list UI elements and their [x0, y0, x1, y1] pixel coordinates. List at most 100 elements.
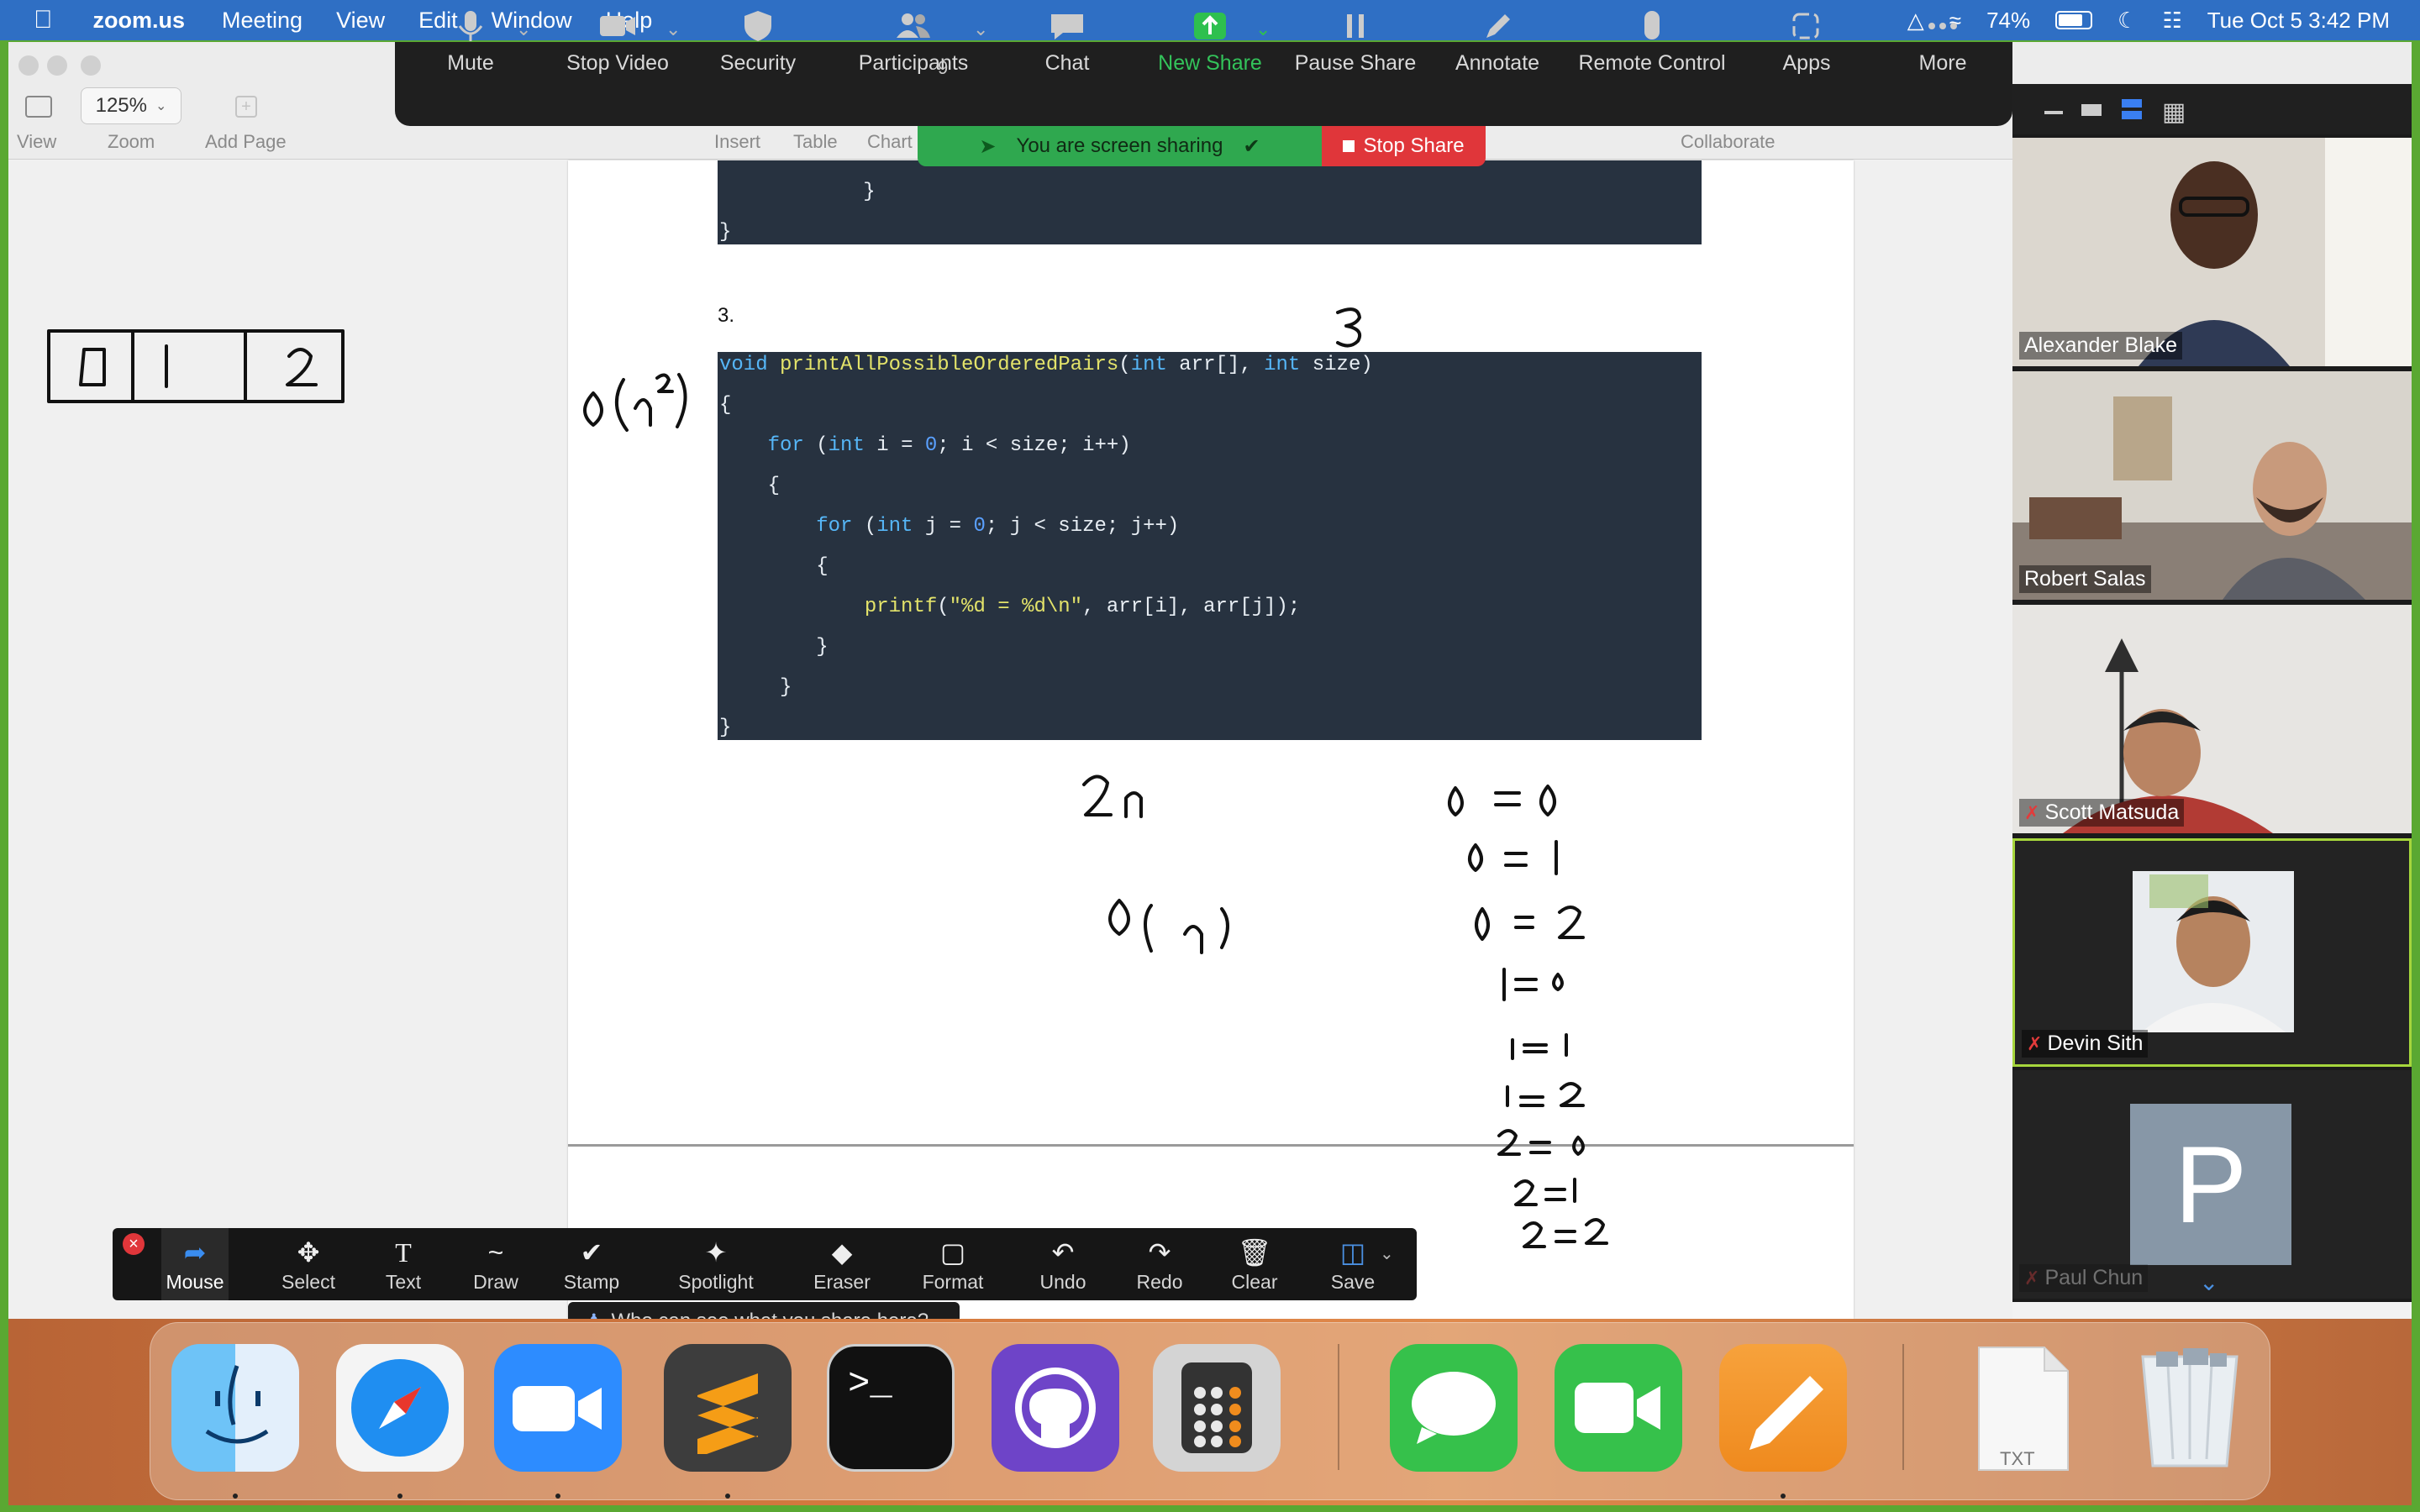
- drawn-pair-1-1: [1511, 1033, 1568, 1060]
- participants-chevron-icon[interactable]: ⌄: [973, 18, 988, 40]
- save-page-icon: ◫: [1339, 1237, 1366, 1268]
- video-options-chevron-icon[interactable]: ⌄: [666, 18, 681, 40]
- shield-icon: [744, 11, 771, 41]
- finder-face: [205, 1365, 269, 1444]
- drawn-pair-1-0: [1502, 968, 1564, 1001]
- participant-tile[interactable]: P ✗ Paul Chun ⌄: [2012, 1070, 2412, 1299]
- drawn-pair-2-2: [1523, 1218, 1608, 1248]
- eraser-tool[interactable]: ◆ Eraser: [807, 1228, 877, 1300]
- participant-name-text: Paul Chun: [2044, 1266, 2144, 1289]
- github-desktop-icon[interactable]: [992, 1344, 1119, 1472]
- dock-separator: [1902, 1344, 1904, 1470]
- mouse-icon: [1644, 11, 1660, 39]
- draw-tool[interactable]: ~ Draw: [469, 1228, 523, 1300]
- clear-label: Clear: [1231, 1271, 1278, 1293]
- pause-share-label: Pause Share: [1294, 51, 1417, 75]
- facetime-icon[interactable]: [1555, 1344, 1682, 1472]
- trash-icon[interactable]: [2126, 1344, 2254, 1472]
- speaker-view-icon[interactable]: [2081, 104, 2102, 116]
- sharing-status[interactable]: ➤ You are screen sharing ✔: [918, 126, 1322, 166]
- participants-button[interactable]: Participants: [855, 0, 971, 84]
- microphone-icon: [458, 11, 483, 41]
- drawn-pair-0-2: [1475, 906, 1585, 941]
- share-options-chevron-icon[interactable]: ⌄: [1255, 18, 1270, 40]
- text-tool[interactable]: T Text: [378, 1228, 429, 1300]
- safari-icon[interactable]: [336, 1344, 464, 1472]
- eraser-icon: ◆: [831, 1237, 853, 1268]
- messages-icon[interactable]: [1390, 1344, 1518, 1472]
- participant-name-text: Devin Sith: [2047, 1032, 2144, 1055]
- participants-icon: [897, 13, 930, 38]
- txt-file-icon[interactable]: TXT: [1958, 1344, 2086, 1472]
- redo-button[interactable]: ↷ Redo: [1129, 1228, 1190, 1300]
- annotate-button[interactable]: Annotate: [1447, 0, 1548, 84]
- magic-wand-icon: ✦: [704, 1237, 728, 1268]
- stop-square-icon: [1343, 140, 1355, 152]
- checkmark-icon: ✔: [580, 1237, 603, 1268]
- mute-options-chevron-icon[interactable]: ⌄: [516, 18, 531, 40]
- participant-name-text: Robert Salas: [2024, 567, 2146, 591]
- speech-bubble: [1412, 1372, 1496, 1444]
- participant-tile[interactable]: Robert Salas: [2012, 371, 2412, 600]
- drawn-digit-0: [79, 348, 106, 386]
- chat-button[interactable]: Chat: [1034, 0, 1101, 84]
- calculator-icon[interactable]: [1153, 1344, 1281, 1472]
- format-tool[interactable]: ▢ Format: [918, 1228, 988, 1300]
- stop-video-label: Stop Video: [566, 51, 669, 75]
- pages-icon[interactable]: [1719, 1344, 1847, 1472]
- apps-button[interactable]: Apps: [1773, 0, 1840, 84]
- finder-icon[interactable]: [171, 1344, 299, 1472]
- sublime-text-icon[interactable]: [664, 1344, 792, 1472]
- remote-control-button[interactable]: Remote Control: [1575, 0, 1729, 84]
- mute-button[interactable]: Mute: [437, 0, 504, 84]
- participant-tile-active-speaker[interactable]: ✗ Devin Sith: [2012, 838, 2412, 1067]
- drawn-2: [1082, 774, 1113, 816]
- undo-arrow-icon: ↶: [1051, 1237, 1075, 1268]
- pause-icon: [1347, 14, 1364, 38]
- app-running-indicator: [555, 1494, 560, 1499]
- minimize-icon[interactable]: [2044, 111, 2063, 114]
- video-camera-icon: [600, 16, 635, 36]
- muted-mic-icon: ✗: [2027, 1032, 2043, 1054]
- screen-sharing-bar: ➤ You are screen sharing ✔ Stop Share: [918, 126, 1486, 166]
- participant-tile[interactable]: ✗ Scott Matsuda: [2012, 605, 2412, 833]
- new-share-button[interactable]: New Share: [1151, 0, 1269, 84]
- mouse-tool[interactable]: ➦ Mouse: [161, 1228, 229, 1300]
- gallery-grid-icon[interactable]: ▦: [2162, 97, 2186, 127]
- stop-video-button[interactable]: Stop Video: [561, 0, 674, 84]
- stop-share-button[interactable]: Stop Share: [1322, 126, 1486, 166]
- text-tool-label: Text: [385, 1271, 422, 1293]
- drawn-digit-2: [286, 348, 318, 386]
- save-button[interactable]: ◫ Save: [1326, 1228, 1380, 1300]
- new-share-label: New Share: [1158, 51, 1262, 75]
- undo-button[interactable]: ↶ Undo: [1032, 1228, 1094, 1300]
- spotlight-tool[interactable]: ✦ Spotlight: [672, 1228, 760, 1300]
- drawn-paren: [676, 373, 687, 428]
- dock-separator: [1338, 1344, 1339, 1470]
- pause-share-button[interactable]: Pause Share: [1292, 0, 1418, 84]
- chat-label: Chat: [1044, 51, 1090, 75]
- terminal-icon[interactable]: >_: [827, 1344, 955, 1472]
- pages-pen: [1749, 1376, 1823, 1450]
- cursor-arrow-icon: ➦: [183, 1237, 207, 1268]
- zoom-icon[interactable]: [494, 1344, 622, 1472]
- save-options-chevron-icon[interactable]: ⌄: [1380, 1243, 1394, 1264]
- stamp-tool[interactable]: ✔ Stamp: [558, 1228, 625, 1300]
- more-button[interactable]: More: [1909, 0, 1976, 84]
- trash-bin: [2141, 1348, 2238, 1467]
- participant-tile[interactable]: Alexander Blake: [2012, 138, 2412, 366]
- stop-share-label: Stop Share: [1363, 134, 1465, 157]
- share-arrow-icon: [1194, 13, 1226, 39]
- facetime-camera: [1575, 1383, 1660, 1433]
- security-button[interactable]: Security: [716, 0, 800, 84]
- scroll-down-chevron-icon[interactable]: ⌄: [2199, 1268, 2218, 1296]
- app-running-indicator: [725, 1494, 730, 1499]
- mouse-tool-label: Mouse: [166, 1271, 224, 1293]
- select-tool[interactable]: ✥ Select: [277, 1228, 339, 1300]
- clear-button[interactable]: 🗑 Clear: [1227, 1228, 1282, 1300]
- drawn-pair-1-2: [1506, 1082, 1585, 1107]
- participant-name: Robert Salas: [2019, 565, 2151, 593]
- strip-view-icon[interactable]: [2122, 99, 2142, 119]
- close-annotation-toolbar-icon[interactable]: ×: [123, 1233, 145, 1255]
- text-t-icon: T: [395, 1237, 412, 1268]
